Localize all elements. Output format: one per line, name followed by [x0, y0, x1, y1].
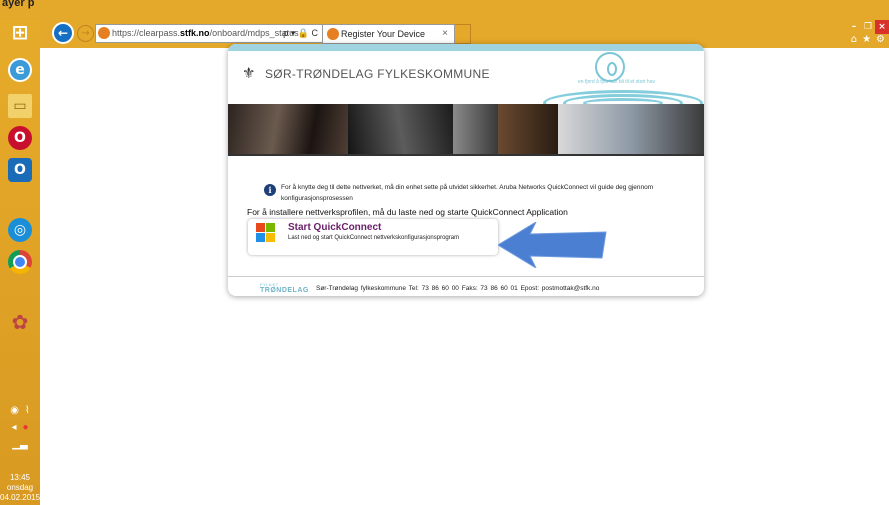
address-bar[interactable]: https://clearpass.stfk.no/onboard/mdps_s…: [95, 24, 323, 43]
windows-start-icon[interactable]: ⊞: [8, 20, 32, 44]
footer-contact: Sør-Trøndelag fylkeskommune Tel: 73 86 6…: [316, 285, 600, 292]
start-quickconnect-button[interactable]: Start QuickConnect Last ned og start Qui…: [248, 219, 498, 255]
footer-logo: FYLKET TRØNDELAG: [260, 282, 309, 294]
quickconnect-title: Start QuickConnect: [288, 222, 382, 233]
opera-icon[interactable]: O: [8, 126, 32, 150]
new-tab-button[interactable]: [455, 24, 471, 44]
minimize-icon[interactable]: –: [847, 20, 861, 34]
info-message: For å knytte deg til dette nettverket, m…: [281, 184, 654, 202]
portal-page: ⚜ SØR-TRØNDELAG FYLKESKOMMUNE en fjord å…: [228, 44, 704, 296]
home-icon[interactable]: ⌂: [851, 34, 857, 45]
organization-name: SØR-TRØNDELAG FYLKESKOMMUNE: [265, 67, 490, 81]
banner-photo-door: [498, 104, 558, 154]
clock-date: 04.02.2015: [0, 493, 41, 502]
banner-photo-interior: [453, 104, 498, 154]
volume-icon[interactable]: ◂: [11, 422, 16, 433]
system-tray: ◉ ⌇ ◂ ● ▁▃: [0, 405, 40, 456]
wifi-icon[interactable]: ⌇: [25, 405, 30, 416]
install-instruction: For å installere nettverksprofilen, må d…: [247, 207, 568, 217]
settings-gear-icon[interactable]: ⚙: [876, 34, 885, 45]
app-blue-circle-icon[interactable]: ◎: [8, 218, 32, 242]
water-drop-logo-icon: [595, 52, 625, 82]
quickconnect-subtitle: Last ned og start QuickConnect nettverks…: [288, 235, 460, 241]
window-controls: – ❐ ×: [847, 20, 889, 34]
window-title-text: ayer p: [2, 0, 35, 9]
county-crest-icon: ⚜: [242, 64, 256, 82]
internet-explorer-icon[interactable]: e: [8, 58, 32, 82]
logo-tagline: en fjord å fjos kan bli til et stort hav: [578, 79, 655, 85]
clock-day: onsdag: [6, 483, 34, 492]
info-icon: i: [264, 184, 276, 196]
back-button[interactable]: ←: [52, 22, 74, 44]
url-host: stfk.no: [180, 28, 210, 38]
security-alert-icon[interactable]: ●: [22, 422, 28, 433]
pointer-arrow-icon: [498, 222, 607, 268]
banner-photo-laptop-user: [558, 104, 704, 154]
signal-icon[interactable]: ▁▃: [12, 439, 27, 450]
site-favicon-icon: [98, 27, 110, 39]
footer-divider: [228, 276, 704, 277]
tab-register-your-device[interactable]: Register Your Device ×: [322, 24, 455, 44]
browser-right-tools: ⌂ ★ ⚙: [851, 34, 885, 45]
file-explorer-icon[interactable]: ▭: [8, 94, 32, 118]
favorites-star-icon[interactable]: ★: [862, 34, 871, 45]
banner-photo-building: [348, 104, 453, 154]
banner-divider: [228, 154, 704, 156]
outlook-icon[interactable]: O: [8, 158, 32, 182]
tab-close-icon[interactable]: ×: [442, 25, 448, 43]
banner-photo-couple: [228, 104, 348, 154]
footer-logo-name: TRØNDELAG: [260, 287, 309, 294]
close-icon[interactable]: ×: [875, 20, 889, 34]
restore-icon[interactable]: ❐: [861, 20, 875, 34]
chrome-icon[interactable]: [8, 250, 32, 274]
url-prefix: https://clearpass.: [112, 28, 181, 38]
network-icon[interactable]: ◉: [10, 405, 19, 416]
tab-favicon-icon: [327, 28, 339, 40]
address-tools[interactable]: ρ ▾ 🔒 C: [283, 25, 318, 42]
photo-banner: [228, 104, 704, 154]
app-flower-icon[interactable]: ✿: [8, 310, 32, 334]
window-title-strip: ayer p: [0, 0, 889, 20]
taskbar-clock[interactable]: 13:45 onsdag 04.02.2015: [0, 473, 40, 503]
forward-button[interactable]: →: [77, 25, 94, 42]
page-top-accent-line: [228, 44, 704, 51]
clock-time: 13:45: [9, 473, 31, 482]
windows-logo-icon: [256, 223, 276, 245]
tab-title: Register Your Device: [341, 29, 426, 39]
